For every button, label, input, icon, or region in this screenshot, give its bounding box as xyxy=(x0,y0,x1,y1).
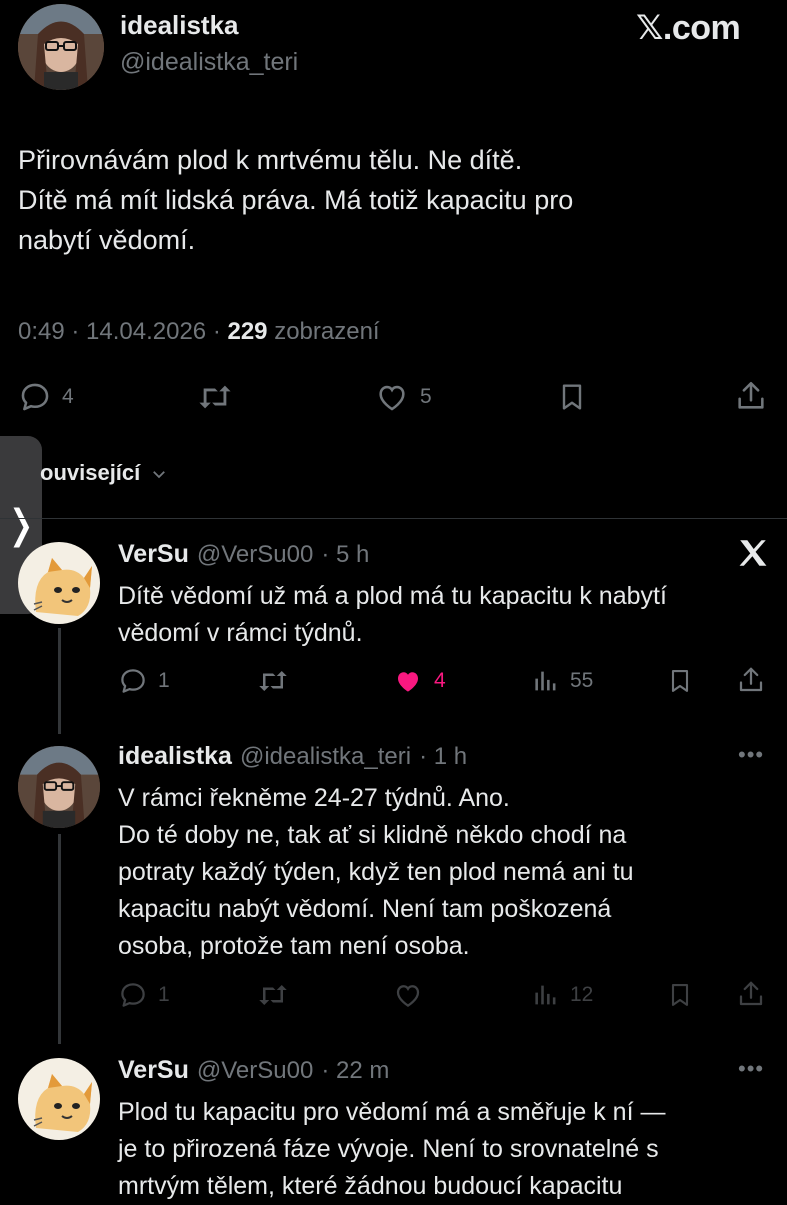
like-count: 4 xyxy=(434,669,446,692)
retweet-button[interactable] xyxy=(256,666,290,696)
author-handle[interactable]: @VerSu00 xyxy=(197,1057,313,1085)
author-name[interactable]: idealistka xyxy=(118,742,232,771)
avatar[interactable] xyxy=(18,542,100,624)
thread-connector xyxy=(58,628,61,734)
reply-count: 1 xyxy=(158,983,170,1006)
author-handle[interactable]: @idealistka_teri xyxy=(240,743,411,771)
share-icon xyxy=(738,381,764,409)
views-button[interactable]: 12 xyxy=(532,980,593,1010)
bookmark-icon xyxy=(562,384,582,410)
tweet-line: Přirovnávám plod k mrtvému tělu. Ne dítě… xyxy=(18,145,523,175)
tweet-timestamp[interactable]: 0:49 · 14.04.2026 · xyxy=(18,318,227,345)
share-button[interactable] xyxy=(736,978,766,1010)
view-count: 12 xyxy=(570,983,594,1006)
analytics-icon xyxy=(535,671,556,691)
author-handle[interactable]: @idealistka_teri xyxy=(120,48,298,77)
bookmark-icon xyxy=(671,670,689,692)
reply-line: mrtvým tělem, které žádnou budoucí kapac… xyxy=(118,1172,623,1200)
view-count: 229 xyxy=(227,318,268,345)
x-logo: 𝕏.com xyxy=(636,9,741,47)
tweet-meta: 0:49 · 14.04.2026 · 229 zobrazení xyxy=(18,318,380,346)
reply-button[interactable]: 1 xyxy=(118,666,170,696)
retweet-icon xyxy=(199,385,231,409)
reply-header: VerSu @VerSu00 · 5 h xyxy=(118,540,369,569)
reply-count: 4 xyxy=(62,385,74,408)
reply-count: 1 xyxy=(158,669,170,692)
reply-text: Dítě vědomí už má a plod má tu kapacitu … xyxy=(118,578,758,652)
reply-line: vědomí v rámci týdnů. xyxy=(118,619,363,647)
reply-text: V rámci řekněme 24-27 týdnů. Ano. Do té … xyxy=(118,780,758,965)
more-options-icon[interactable]: ••• xyxy=(738,742,764,768)
share-icon xyxy=(739,981,763,1006)
related-header[interactable]: ouvisející xyxy=(40,460,168,486)
tweet-line: nabytí vědomí. xyxy=(18,225,196,255)
view-count: 55 xyxy=(570,669,594,692)
reply-line: Do té doby ne, tak ať si klidně někdo ch… xyxy=(118,821,627,849)
retweet-icon xyxy=(259,985,287,1005)
related-label: ouvisející xyxy=(40,460,141,485)
bookmark-button[interactable] xyxy=(666,980,694,1010)
heart-icon xyxy=(379,385,405,411)
author-name[interactable]: idealistka xyxy=(120,10,239,41)
reply-line: osoba, protože tam není osoba. xyxy=(118,932,470,960)
tweet-line: Dítě má mít lidská práva. Má totiž kapac… xyxy=(18,185,574,215)
avatar[interactable] xyxy=(18,1058,100,1140)
like-count: 5 xyxy=(420,385,432,408)
author-handle[interactable]: @VerSu00 xyxy=(197,541,313,569)
reply-line: je to přirozená fáze vývoje. Není to sro… xyxy=(118,1135,659,1163)
reply-header: idealistka @idealistka_teri · 1 h xyxy=(118,742,467,771)
like-button[interactable]: 5 xyxy=(374,380,432,414)
chevron-right-icon: ❭ xyxy=(4,503,38,547)
reply-text: Plod tu kapacitu pro vědomí má a směřuje… xyxy=(118,1094,758,1205)
divider xyxy=(0,518,787,519)
like-button[interactable] xyxy=(392,980,424,1010)
more-options-icon[interactable]: ••• xyxy=(738,1056,764,1082)
retweet-button[interactable] xyxy=(196,380,234,414)
reply-button[interactable]: 1 xyxy=(118,980,170,1010)
reply-timestamp[interactable]: · 1 h xyxy=(419,743,467,771)
reply-icon xyxy=(21,383,49,411)
x-logo-icon xyxy=(736,536,770,570)
bookmark-button[interactable] xyxy=(666,666,694,696)
retweet-button[interactable] xyxy=(256,980,290,1010)
reply-line: Dítě vědomí už má a plod má tu kapacitu … xyxy=(118,582,667,610)
reply-line: potraty každý týden, když ten plod nemá … xyxy=(118,858,634,886)
bookmark-button[interactable] xyxy=(556,380,588,414)
tweet-text: Přirovnávám plod k mrtvému tělu. Ne dítě… xyxy=(18,140,758,260)
reply-line: Plod tu kapacitu pro vědomí má a směřuje… xyxy=(118,1098,666,1126)
avatar[interactable] xyxy=(18,4,104,90)
share-button[interactable] xyxy=(734,378,768,414)
reply-timestamp[interactable]: · 5 h xyxy=(321,541,369,569)
heart-icon xyxy=(396,985,420,1007)
thread-connector xyxy=(58,834,61,1044)
avatar[interactable] xyxy=(18,746,100,828)
share-icon xyxy=(739,667,763,692)
heart-filled-icon xyxy=(398,672,418,692)
reply-line: V rámci řekněme 24-27 týdnů. Ano. xyxy=(118,784,510,812)
reply-icon xyxy=(121,983,145,1007)
analytics-icon xyxy=(535,985,556,1005)
views-label: zobrazení xyxy=(267,318,380,345)
bookmark-icon xyxy=(671,984,689,1006)
share-button[interactable] xyxy=(736,664,766,696)
reply-header: VerSu @VerSu00 · 22 m xyxy=(118,1056,389,1085)
chevron-down-icon xyxy=(150,465,168,483)
reply-timestamp[interactable]: · 22 m xyxy=(321,1057,389,1085)
reply-icon xyxy=(121,669,145,693)
author-name[interactable]: VerSu xyxy=(118,540,189,569)
reply-button[interactable]: 4 xyxy=(18,380,74,414)
reply-line: kapacitu nabýt vědomí. Není tam poškozen… xyxy=(118,895,612,923)
like-button[interactable]: 4 xyxy=(392,666,446,696)
views-button[interactable]: 55 xyxy=(532,666,593,696)
retweet-icon xyxy=(259,671,287,691)
author-name[interactable]: VerSu xyxy=(118,1056,189,1085)
